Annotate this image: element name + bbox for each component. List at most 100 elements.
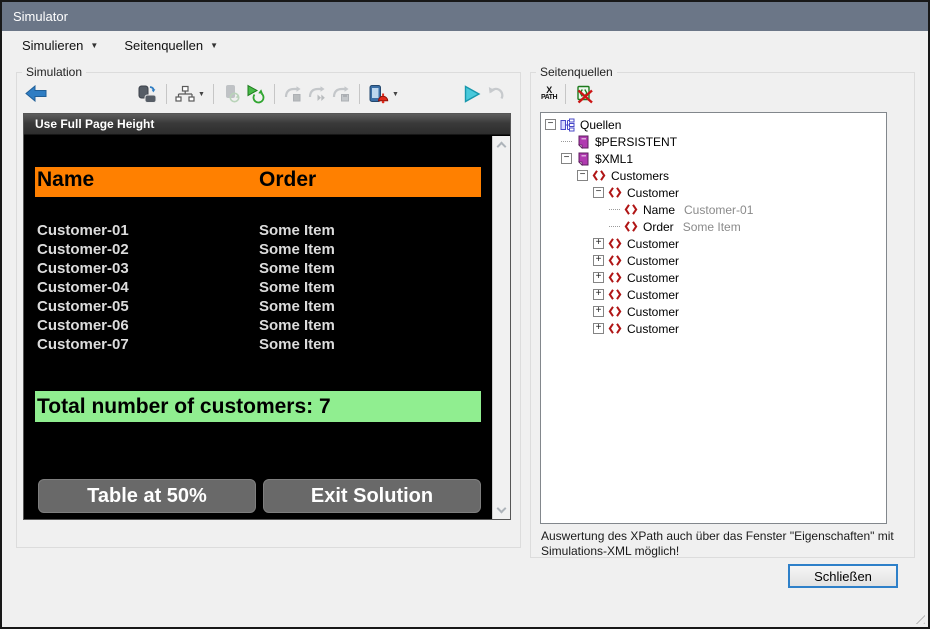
reload-page-button[interactable] <box>220 82 244 106</box>
stop-simulation-icon <box>283 84 303 104</box>
tree-node-value: Customer-01 <box>684 203 753 217</box>
expand-toggle[interactable]: + <box>593 272 604 283</box>
page-sources-tree: − Quellen $PERSISTENT − $XML1 − Customer… <box>540 112 887 524</box>
collapse-toggle[interactable]: − <box>561 153 572 164</box>
notifications-icon <box>368 84 389 104</box>
tree-node-value: Some Item <box>683 220 741 234</box>
element-icon <box>624 221 638 232</box>
scroll-down-icon[interactable] <box>497 504 507 514</box>
tree-node-label: Customer <box>627 322 679 336</box>
table-row: Customer-02 Some Item <box>35 240 481 259</box>
page-sources-panel-title: Seitenquellen <box>536 65 617 79</box>
toolbar-separator <box>565 84 566 104</box>
tree-node[interactable]: + Customer <box>541 320 886 337</box>
element-icon <box>608 323 622 334</box>
page-layout-icon <box>175 84 195 104</box>
menu-simulieren-label: Simulieren <box>22 38 83 53</box>
expand-toggle[interactable]: + <box>593 255 604 266</box>
back-icon <box>25 85 47 102</box>
clear-xpath-icon <box>574 84 595 104</box>
tree-node[interactable]: + Customer <box>541 235 886 252</box>
tree-node[interactable]: + Customer <box>541 303 886 320</box>
scroll-up-icon[interactable] <box>497 142 507 152</box>
page-sources-panel: Seitenquellen XPATH − Quellen $PERSISTEN… <box>530 72 915 558</box>
device-rotate-button[interactable] <box>135 82 160 106</box>
undo-button[interactable] <box>484 82 508 106</box>
window-title: Simulator <box>13 9 68 24</box>
tree-node[interactable]: + Customer <box>541 269 886 286</box>
tree-node-label: Order <box>643 220 674 234</box>
element-icon <box>608 289 622 300</box>
back-button[interactable] <box>23 81 49 105</box>
resize-grip[interactable] <box>912 611 925 624</box>
customer-name-cell: Customer-03 <box>37 260 129 277</box>
chevron-down-icon: ▼ <box>210 41 218 50</box>
tree-node[interactable]: Name Customer-01 <box>541 201 886 218</box>
simulation-panel-title: Simulation <box>22 65 86 79</box>
notifications-button[interactable]: ▼ <box>366 82 401 106</box>
tree-node-label: Customer <box>627 305 679 319</box>
device-page-title: Use Full Page Height <box>35 117 154 131</box>
collapse-toggle[interactable]: − <box>577 170 588 181</box>
order-item-cell: Some Item <box>259 260 335 277</box>
order-item-cell: Some Item <box>259 317 335 334</box>
tree-node-label: Customer <box>627 271 679 285</box>
device-scrollbar[interactable] <box>492 136 510 519</box>
tree-node[interactable]: Order Some Item <box>541 218 886 235</box>
tree-node-label: Name <box>643 203 675 217</box>
restart-simulation-button[interactable] <box>244 82 268 106</box>
toolbar-separator <box>359 84 360 104</box>
exit-solution-button[interactable]: Exit Solution <box>263 479 481 513</box>
tree-node[interactable]: − Quellen <box>541 116 886 133</box>
expand-toggle[interactable]: + <box>593 306 604 317</box>
element-icon <box>592 170 606 181</box>
tree-node[interactable]: + Customer <box>541 286 886 303</box>
element-icon <box>608 238 622 249</box>
stop-simulation-button[interactable] <box>281 82 305 106</box>
window-titlebar: Simulator <box>2 2 928 31</box>
element-icon <box>608 306 622 317</box>
clear-xpath-button[interactable] <box>572 82 597 106</box>
table-header-row: Name Order <box>35 167 481 197</box>
table-at-50-button[interactable]: Table at 50% <box>38 479 256 513</box>
expand-toggle[interactable]: + <box>593 238 604 249</box>
device-rotate-icon <box>137 84 158 104</box>
element-icon <box>608 187 622 198</box>
tree-node-label: Customer <box>627 288 679 302</box>
tree-node-label: Customers <box>611 169 669 183</box>
save-state-button[interactable] <box>329 82 353 106</box>
simulation-toolbar-right <box>460 82 508 106</box>
collapse-toggle[interactable]: − <box>593 187 604 198</box>
tree-node[interactable]: − Customers <box>541 167 886 184</box>
tree-node[interactable]: + Customer <box>541 252 886 269</box>
play-button[interactable] <box>460 82 484 106</box>
device-page-body: Name Order Customer-01 Some Item Custome… <box>24 136 492 519</box>
tree-node[interactable]: − Customer <box>541 184 886 201</box>
collapse-toggle[interactable]: − <box>545 119 556 130</box>
menu-simulieren[interactable]: Simulieren ▼ <box>14 35 106 56</box>
xpath-eval-button[interactable]: XPATH <box>539 82 559 106</box>
sources-toolbar-strip: XPATH <box>539 82 597 106</box>
element-icon <box>608 255 622 266</box>
simulation-toolbar: ▼▼ <box>23 81 514 109</box>
menu-seitenquellen[interactable]: Seitenquellen ▼ <box>116 35 226 56</box>
tree-node[interactable]: − $XML1 <box>541 150 886 167</box>
reload-page-icon <box>222 84 242 104</box>
resume-simulation-icon <box>307 84 327 104</box>
close-button[interactable]: Schließen <box>788 564 898 588</box>
xpath-info-text: Auswertung des XPath auch über das Fenst… <box>541 529 907 559</box>
tree-connector <box>561 141 572 142</box>
page-icon <box>576 135 590 149</box>
tree-node[interactable]: $PERSISTENT <box>541 133 886 150</box>
tree-node-label: Quellen <box>580 118 621 132</box>
resume-simulation-button[interactable] <box>305 82 329 106</box>
table-row: Customer-03 Some Item <box>35 259 481 278</box>
expand-toggle[interactable]: + <box>593 323 604 334</box>
chevron-down-icon: ▼ <box>90 41 98 50</box>
page-layout-button[interactable]: ▼ <box>173 82 207 106</box>
order-item-cell: Some Item <box>259 279 335 296</box>
table-row: Customer-06 Some Item <box>35 316 481 335</box>
menubar: Simulieren ▼ Seitenquellen ▼ <box>2 31 928 59</box>
expand-toggle[interactable]: + <box>593 289 604 300</box>
order-item-cell: Some Item <box>259 222 335 239</box>
